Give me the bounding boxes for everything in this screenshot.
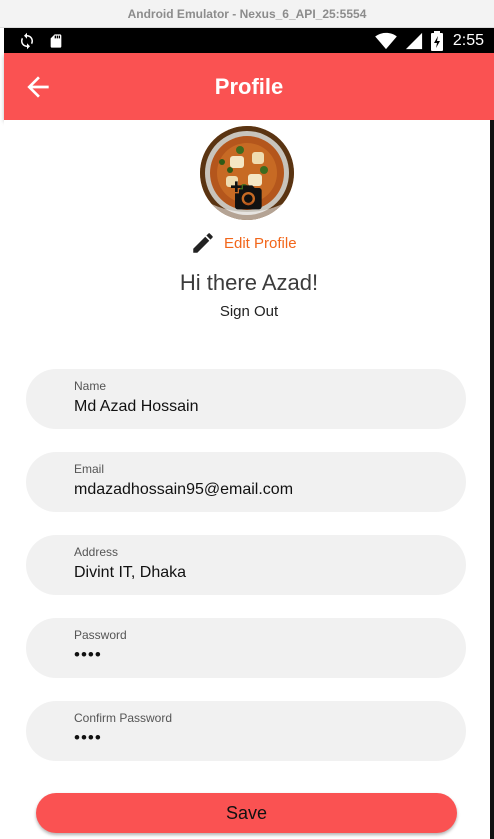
sign-out-button[interactable]: Sign Out bbox=[4, 303, 494, 320]
wifi-icon bbox=[375, 32, 397, 49]
change-photo-button[interactable] bbox=[230, 180, 264, 212]
save-button[interactable]: Save bbox=[36, 793, 457, 833]
name-field[interactable]: Name Md Azad Hossain bbox=[26, 369, 466, 429]
address-value[interactable]: Divint IT, Dhaka bbox=[74, 564, 444, 582]
address-label: Address bbox=[74, 545, 119, 559]
email-field[interactable]: Email mdazadhossain95@email.com bbox=[26, 452, 466, 512]
edit-profile-label: Edit Profile bbox=[224, 234, 297, 252]
password-field[interactable]: Password •••• bbox=[26, 618, 466, 678]
app-bar: Profile bbox=[4, 53, 494, 120]
window-edge bbox=[490, 120, 494, 839]
emulator-window: Android Emulator - Nexus_6_API_25:5554 2… bbox=[0, 0, 494, 839]
confirm-password-label: Confirm Password bbox=[74, 711, 173, 725]
status-time: 2:55 bbox=[452, 31, 484, 49]
greeting: Hi there Azad! bbox=[179, 270, 319, 295]
page-title: Profile bbox=[214, 74, 284, 99]
profile-content: Edit Profile Hi there Azad! Sign Out Nam… bbox=[4, 120, 494, 839]
pencil-icon bbox=[193, 233, 213, 253]
email-label: Email bbox=[74, 462, 105, 476]
email-value[interactable]: mdazadhossain95@email.com bbox=[74, 481, 444, 499]
signal-icon bbox=[405, 32, 422, 49]
confirm-password-value[interactable]: •••• bbox=[74, 728, 444, 748]
name-value[interactable]: Md Azad Hossain bbox=[74, 398, 444, 416]
battery-icon bbox=[430, 30, 443, 51]
password-value[interactable]: •••• bbox=[74, 645, 444, 665]
edit-profile-button[interactable]: Edit Profile bbox=[190, 230, 297, 256]
sync-icon bbox=[21, 32, 33, 50]
emulator-title-bar: Android Emulator - Nexus_6_API_25:5554 bbox=[0, 0, 494, 28]
camera-icon bbox=[231, 181, 262, 210]
name-label: Name bbox=[74, 379, 107, 393]
sd-card-icon bbox=[50, 34, 62, 48]
confirm-password-field[interactable]: Confirm Password •••• bbox=[26, 701, 466, 761]
password-label: Password bbox=[74, 628, 127, 642]
status-bar: 2:55 bbox=[4, 28, 494, 53]
address-field[interactable]: Address Divint IT, Dhaka bbox=[26, 535, 466, 595]
